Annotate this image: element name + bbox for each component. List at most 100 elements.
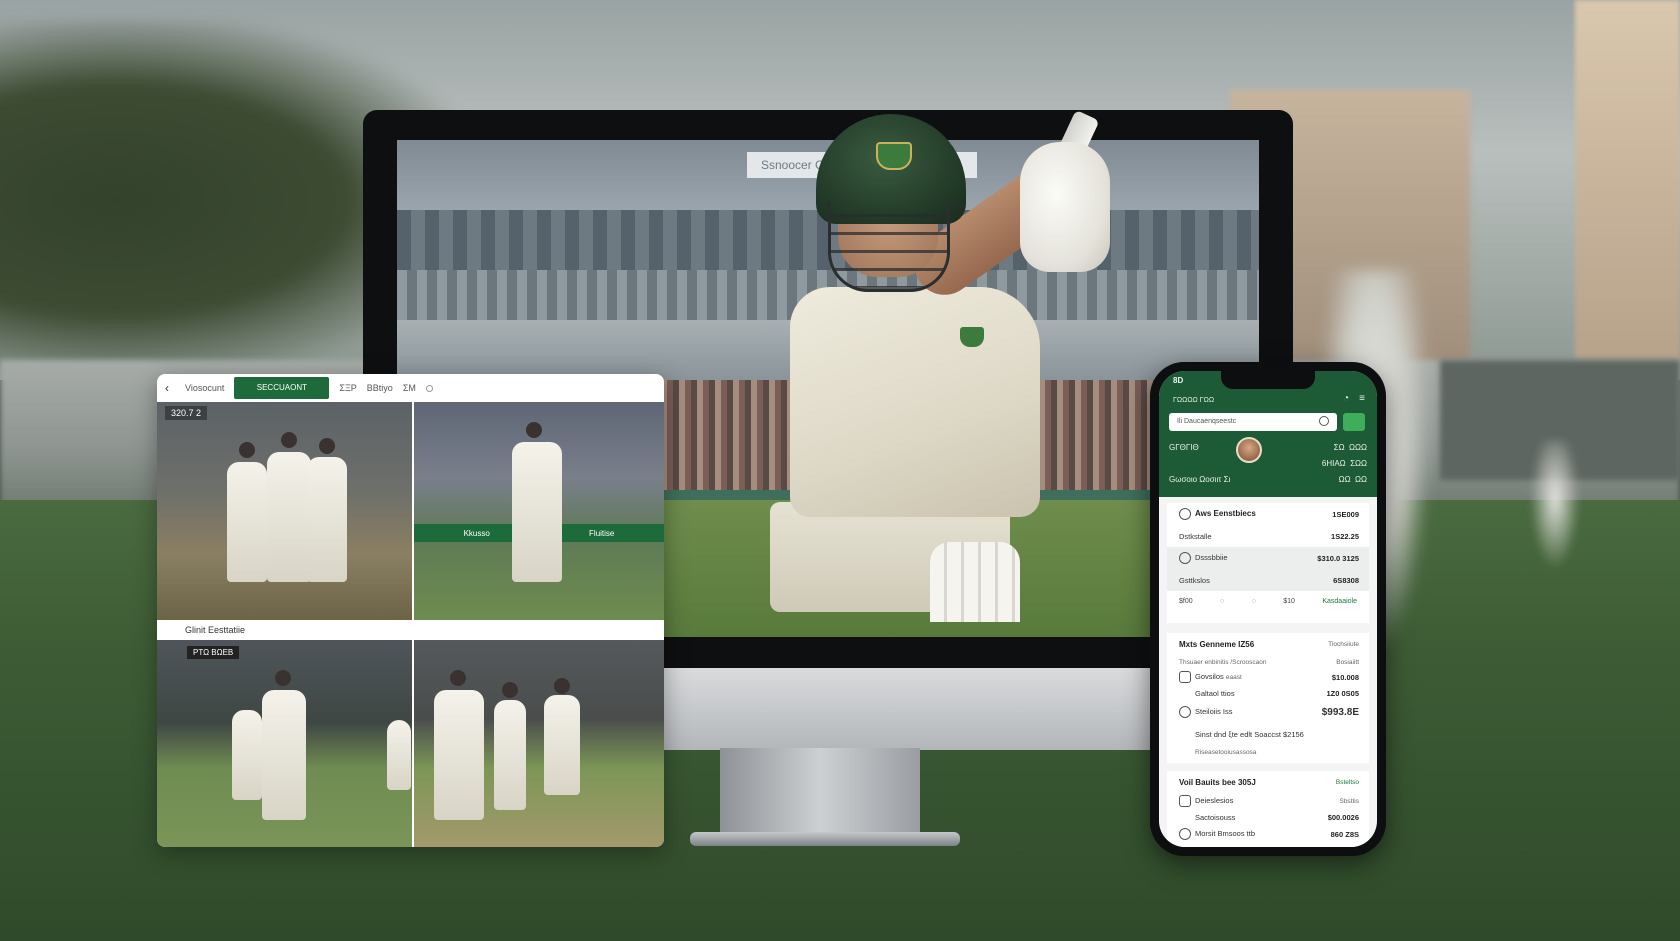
player-head bbox=[526, 422, 542, 438]
phone-screen: 8D ΓΩΩΩΩ ΓΩΩ ◔ ≡ Ili Daucaenqseestc GΓΘΓ… bbox=[1159, 371, 1377, 847]
score-row: Gωσοιο Ωοσιιτ Σι ΩΩ ΩΩ bbox=[1169, 471, 1367, 487]
photo-tile-batsman[interactable]: Kkusso Fluitise bbox=[414, 402, 664, 620]
hero-batter bbox=[720, 72, 1140, 622]
stat-row: Aws Eenstbiecs 1SE009 bbox=[1167, 503, 1369, 525]
footer-link[interactable]: Kasdaaiole bbox=[1322, 598, 1357, 605]
stat-value: 1SE009 bbox=[1332, 509, 1359, 519]
card-header-row: Mxts Genneme IZ56 Tiochsiiute bbox=[1167, 633, 1369, 655]
menu-icon[interactable]: ≡ bbox=[1359, 393, 1365, 404]
photo-tile-celebration[interactable]: 320.7 2 bbox=[157, 402, 412, 620]
nav-link-1[interactable]: ΣΞΡ bbox=[339, 383, 356, 393]
score-summary: GΓΘΓΙΘ ΣΩ ΩΩΩ 6ΗΙΑΩ ΣΩΩ Gωσοιο Ωοσιιτ Σι… bbox=[1169, 439, 1367, 487]
card-sub-row: Thsuaer enbinitis /Scrooscaon Bosiaiitt bbox=[1167, 655, 1369, 669]
results-card[interactable]: Voil Bauits bee 305J Bsteltso Deieslesio… bbox=[1167, 771, 1369, 847]
document-icon bbox=[1179, 671, 1191, 683]
clock-icon bbox=[1179, 552, 1191, 564]
stat-label: Dstkstalle bbox=[1179, 531, 1212, 541]
score-row: 6ΗΙΑΩ ΣΩΩ bbox=[1169, 455, 1367, 471]
nav-link-2[interactable]: BBtiyo bbox=[367, 383, 393, 393]
batting-glove bbox=[1020, 142, 1110, 272]
player-figure bbox=[494, 700, 526, 810]
match-row: Riseasetooiusassosa bbox=[1167, 745, 1369, 759]
search-icon[interactable] bbox=[1319, 416, 1329, 426]
stat-value: 1S22.25 bbox=[1331, 531, 1359, 541]
match-label: Steiloiis Iss bbox=[1195, 706, 1233, 716]
card-title: Mxts Genneme IZ56 bbox=[1179, 639, 1255, 649]
score-row-label: GΓΘΓΙΘ bbox=[1169, 442, 1199, 452]
footer-item[interactable]: $f00 bbox=[1179, 598, 1193, 605]
nav-label[interactable]: Viosocunt bbox=[185, 383, 224, 393]
match-label: Govsilos bbox=[1195, 671, 1224, 681]
result-label: Sactoisouss bbox=[1195, 812, 1236, 822]
search-input[interactable]: Ili Daucaenqseestc bbox=[1169, 413, 1337, 431]
score-row-label: Gωσοιο Ωοσιιτ Σι bbox=[1169, 474, 1231, 484]
score-value: ΣΩΩ bbox=[1350, 458, 1367, 468]
player-figure bbox=[512, 442, 562, 582]
search-go-button[interactable] bbox=[1343, 413, 1365, 431]
player-figure bbox=[267, 452, 311, 582]
player-figure bbox=[387, 720, 411, 790]
player-head bbox=[554, 678, 570, 694]
card-footer: $f00 ◌ ◌ $10 Kasdaaiole bbox=[1167, 591, 1369, 611]
score-value: ΩΩ bbox=[1338, 474, 1351, 484]
result-value: $00.0026 bbox=[1327, 812, 1359, 822]
player-head bbox=[450, 670, 466, 686]
stat-row: Dstkstalle 1S22.25 bbox=[1167, 525, 1369, 547]
stat-label: Aws Eenstbiecs bbox=[1195, 508, 1256, 518]
match-label: Sinst dnd ξte edlt Soaccst $2156 bbox=[1195, 729, 1304, 739]
stats-card[interactable]: Aws Eenstbiecs 1SE009 Dstkstalle 1S22.25… bbox=[1167, 503, 1369, 623]
status-time: 8D bbox=[1173, 376, 1184, 385]
gallery-panel: ‹ Viosocunt SECCUAONT ΣΞΡ BBtiyo ΣΜ 320.… bbox=[157, 374, 664, 847]
scoreboard-label: ΡΤΩ ΒΩΕΒ bbox=[187, 646, 240, 659]
card-title-right[interactable]: Bsteltso bbox=[1336, 779, 1359, 786]
player-head bbox=[239, 442, 255, 458]
card-title-right[interactable]: Tiochsiiute bbox=[1328, 641, 1359, 648]
phone-app-header: 8D ΓΩΩΩΩ ΓΩΩ ◔ ≡ Ili Daucaenqseestc GΓΘΓ… bbox=[1159, 371, 1377, 497]
monitor-foot bbox=[690, 832, 960, 846]
card-header-row: Voil Bauits bee 305J Bsteltso bbox=[1167, 771, 1369, 793]
nav-link-3[interactable]: ΣΜ bbox=[403, 383, 416, 393]
match-card[interactable]: Mxts Genneme IZ56 Tiochsiiute Thsuaer en… bbox=[1167, 633, 1369, 763]
smartphone: 8D ΓΩΩΩΩ ΓΩΩ ◔ ≡ Ili Daucaenqseestc GΓΘΓ… bbox=[1150, 362, 1386, 856]
photo-tile-raised-bat[interactable]: ΡΤΩ ΒΩΕΒ bbox=[157, 640, 412, 847]
footer-item[interactable]: ◌ bbox=[1220, 598, 1224, 605]
match-row: Steiloiis Iss $993.8E bbox=[1167, 701, 1369, 723]
player-head bbox=[319, 438, 335, 454]
score-row: GΓΘΓΙΘ ΣΩ ΩΩΩ bbox=[1169, 439, 1367, 455]
player-head bbox=[502, 682, 518, 698]
footer-item[interactable]: $10 bbox=[1283, 598, 1295, 605]
batting-pad bbox=[930, 542, 1020, 622]
settings-dot-icon[interactable] bbox=[425, 384, 433, 392]
score-value: ΩΩΩ bbox=[1349, 442, 1367, 452]
player-figure bbox=[307, 457, 347, 582]
score-value: ΩΩ bbox=[1355, 474, 1367, 484]
card-title: Voil Bauits bee 305J bbox=[1179, 777, 1256, 787]
stat-label: Gsttkslos bbox=[1179, 575, 1210, 585]
header-icons: ◔ ≡ bbox=[1343, 393, 1365, 404]
background-fielder bbox=[1530, 440, 1580, 570]
card-subtitle: Thsuaer enbinitis /Scrooscaon bbox=[1179, 658, 1267, 666]
score-value: 6ΗΙΑΩ bbox=[1321, 458, 1346, 468]
photo-tile-batting-pair[interactable] bbox=[414, 640, 664, 847]
result-value: Sbsttis bbox=[1339, 797, 1359, 805]
notification-icon[interactable]: ◔ bbox=[1343, 393, 1349, 404]
stat-value: $310.0 3125 bbox=[1317, 553, 1359, 563]
list-icon bbox=[1179, 795, 1191, 807]
footer-item[interactable]: ◌ bbox=[1252, 598, 1256, 605]
match-label: Riseasetooiusassosa bbox=[1195, 748, 1257, 756]
back-arrow-icon[interactable]: ‹ bbox=[165, 381, 175, 395]
player-figure bbox=[262, 690, 306, 820]
match-value: $993.8E bbox=[1321, 706, 1359, 718]
player-figure bbox=[227, 462, 267, 582]
ball-icon bbox=[1179, 706, 1191, 718]
batter-shirt bbox=[790, 287, 1040, 517]
player-figure bbox=[544, 695, 580, 795]
helmet-grille bbox=[828, 202, 950, 292]
active-tab-button[interactable]: SECCUAONT bbox=[234, 377, 330, 399]
stat-value: 6S8308 bbox=[1333, 575, 1359, 585]
player-figure bbox=[232, 710, 262, 800]
tile-score-label: 320.7 2 bbox=[165, 406, 208, 420]
match-mid: eaast bbox=[1225, 673, 1242, 681]
result-value: 860 Z8S bbox=[1330, 829, 1359, 839]
result-label: Morsit Bmsoos ttb bbox=[1195, 828, 1256, 838]
